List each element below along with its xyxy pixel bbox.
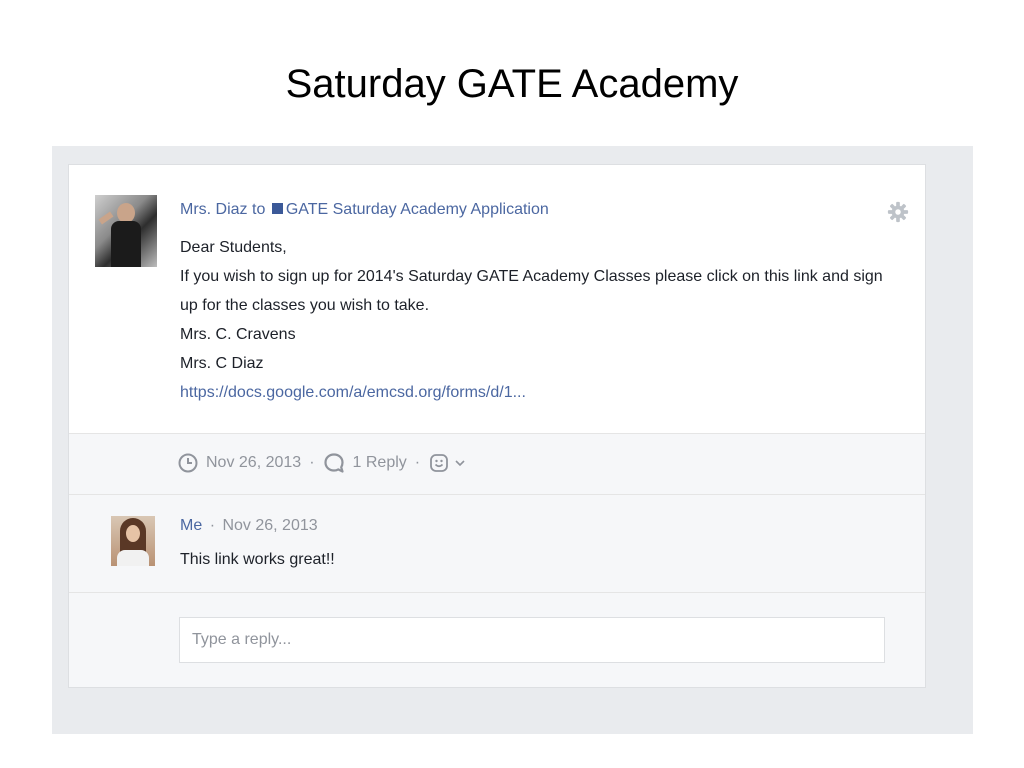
reply-item: Me · Nov 26, 2013 This link works great!… xyxy=(69,495,925,593)
author-avatar[interactable] xyxy=(95,195,157,267)
reply-separator: · xyxy=(209,517,216,534)
post-header: Mrs. Diaz to GATE Saturday Academy Appli… xyxy=(180,201,549,219)
reply-count-link[interactable]: 1 Reply xyxy=(353,454,407,472)
post-date[interactable]: Nov 26, 2013 xyxy=(206,454,301,472)
reply-avatar[interactable] xyxy=(111,516,155,566)
reply-input[interactable] xyxy=(179,617,885,663)
meta-separator: · xyxy=(309,454,315,471)
body-line: If you wish to sign up for 2014's Saturd… xyxy=(180,268,883,314)
reply-date[interactable]: Nov 26, 2013 xyxy=(222,517,317,534)
to-label: to xyxy=(252,201,266,218)
clock-icon xyxy=(178,453,198,473)
reply-author-link[interactable]: Me xyxy=(180,517,202,534)
chevron-down-icon[interactable] xyxy=(453,456,467,470)
reply-text: This link works great!! xyxy=(180,551,335,568)
body-line: Mrs. C Diaz xyxy=(180,355,264,372)
compose-section xyxy=(69,593,925,687)
post-main: Mrs. Diaz to GATE Saturday Academy Appli… xyxy=(69,165,925,433)
emoji-reaction-icon[interactable] xyxy=(428,452,450,474)
body-line: Dear Students, xyxy=(180,239,287,256)
post-body: Dear Students, If you wish to sign up fo… xyxy=(180,233,900,407)
post-meta-bar: Nov 26, 2013 · 1 Reply · xyxy=(69,433,925,495)
post-card: Mrs. Diaz to GATE Saturday Academy Appli… xyxy=(68,164,926,688)
meta-separator: · xyxy=(414,454,421,471)
reply-bubble-icon[interactable] xyxy=(323,452,345,474)
body-line: Mrs. C. Cravens xyxy=(180,326,296,343)
group-name-link[interactable]: GATE Saturday Academy Application xyxy=(286,201,549,218)
form-link[interactable]: https://docs.google.com/a/emcsd.org/form… xyxy=(180,378,900,407)
group-icon xyxy=(271,203,283,214)
author-name-link[interactable]: Mrs. Diaz xyxy=(180,201,248,218)
gear-icon[interactable] xyxy=(887,201,909,223)
reply-header: Me · Nov 26, 2013 xyxy=(180,517,318,535)
slide-title: Saturday GATE Academy xyxy=(285,62,739,106)
